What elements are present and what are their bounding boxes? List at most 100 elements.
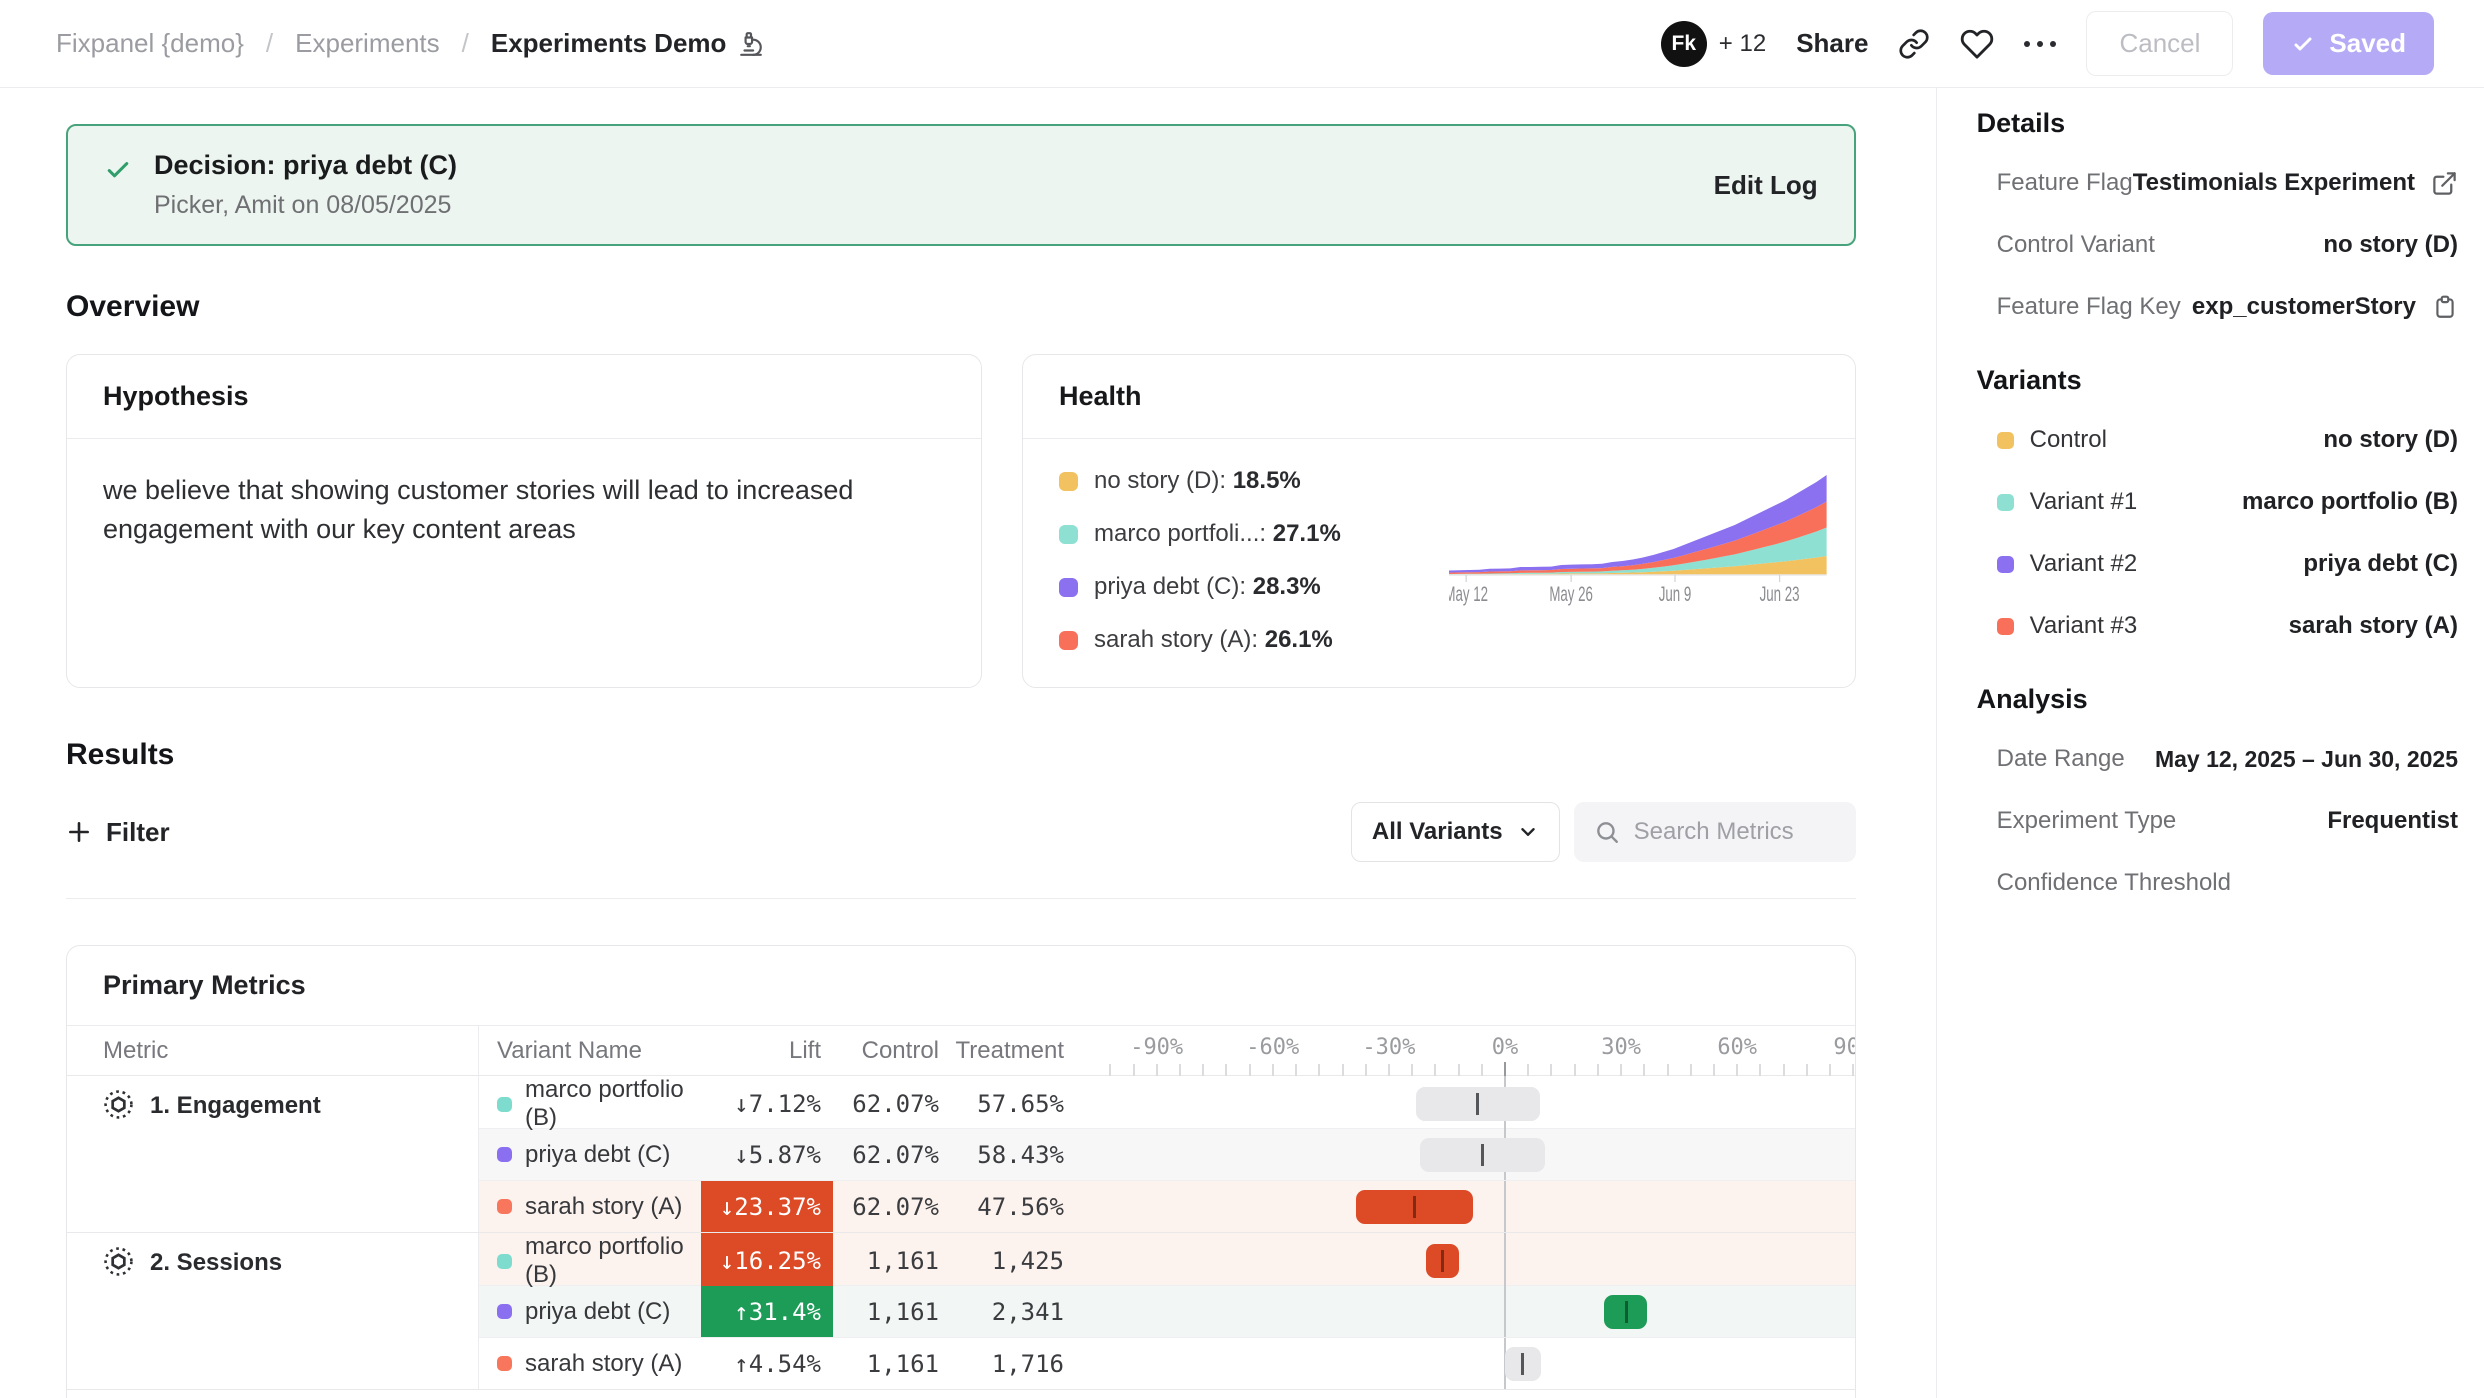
point-estimate-mark <box>1521 1353 1524 1375</box>
variant-name: marco portfolio (B) <box>525 1233 701 1289</box>
axis-tick <box>1806 1064 1808 1076</box>
all-variants-dropdown[interactable]: All Variants <box>1351 802 1560 862</box>
add-metric-button[interactable]: Add <box>67 1389 1855 1398</box>
axis-tick <box>1318 1064 1320 1076</box>
confidence-threshold-row: Confidence Threshold <box>1997 869 2458 897</box>
point-estimate-mark <box>1413 1196 1416 1218</box>
axis-tick <box>1527 1064 1529 1076</box>
primary-metrics-header: Metric Variant Name Lift Control Treatme… <box>67 1026 1855 1076</box>
breadcrumb-project[interactable]: Fixpanel {demo} <box>56 28 244 59</box>
metric-result-row[interactable]: marco portfolio (B) ↓16.25% 1,161 1,425 <box>479 1233 1855 1285</box>
treatment-cell: 47.56% <box>951 1181 1076 1232</box>
control-cell: 1,161 <box>833 1338 951 1389</box>
metric-result-row[interactable]: priya debt (C) ↓5.87% 62.07% 58.43% <box>479 1128 1855 1180</box>
copy-link-icon[interactable] <box>1898 28 1930 60</box>
axis-tick <box>1434 1064 1436 1076</box>
axis-tick <box>1202 1064 1204 1076</box>
confidence-interval-cell <box>1091 1076 1855 1132</box>
variant-swatch <box>1997 494 2014 511</box>
confidence-interval-cell <box>1091 1129 1855 1180</box>
variant-name-cell: priya debt (C) <box>479 1129 701 1180</box>
metric-result-row[interactable]: sarah story (A) ↑4.54% 1,161 1,716 <box>479 1337 1855 1389</box>
variant-swatch <box>497 1356 512 1371</box>
results-divider <box>66 898 1856 899</box>
metric-result-row[interactable]: marco portfolio (B) ↓7.12% 62.07% 57.65% <box>479 1076 1855 1128</box>
metric-result-row[interactable]: priya debt (C) ↑31.4% 1,161 2,341 <box>479 1285 1855 1337</box>
breadcrumb-separator: / <box>462 28 469 59</box>
clipboard-icon[interactable] <box>2432 294 2458 320</box>
primary-metrics-title: Primary Metrics <box>67 946 1855 1026</box>
breadcrumb: Fixpanel {demo} / Experiments / Experime… <box>56 28 764 59</box>
hypothesis-card: Hypothesis we believe that showing custo… <box>66 354 982 688</box>
metric-cell: 2. Sessions <box>67 1233 479 1389</box>
metric-result-row[interactable]: sarah story (A) ↓23.37% 62.07% 47.56% <box>479 1180 1855 1232</box>
confidence-interval-cell <box>1091 1338 1855 1389</box>
variant-slot-name: Variant #1 <box>2030 488 2138 516</box>
feature-flag-label: Feature Flag <box>1997 169 2133 197</box>
axis-label: 60% <box>1717 1035 1757 1060</box>
axis-label: -30% <box>1362 1035 1415 1060</box>
variant-name: marco portfolio (B) <box>525 1076 701 1132</box>
variant-slot-name: Variant #2 <box>2030 550 2138 578</box>
edit-log-button[interactable]: Edit Log <box>1714 170 1818 201</box>
chevron-down-icon <box>1517 821 1539 843</box>
control-variant-label: Control Variant <box>1997 231 2155 259</box>
experiment-type-value: Frequentist <box>2327 807 2458 835</box>
more-options-icon[interactable] <box>2024 41 2056 47</box>
breadcrumb-experiments[interactable]: Experiments <box>295 28 440 59</box>
variant-row: Control no story (D) <box>1997 426 2458 454</box>
legend-item: sarah story (A): 26.1% <box>1059 626 1449 654</box>
legend-item: priya debt (C): 28.3% <box>1059 573 1449 601</box>
details-sidebar: Details Feature Flag Testimonials Experi… <box>1936 88 2484 1398</box>
check-icon <box>104 156 132 184</box>
variant-swatch <box>497 1147 512 1162</box>
point-estimate-mark <box>1481 1144 1484 1166</box>
axis-tick <box>1272 1064 1274 1076</box>
top-bar: Fixpanel {demo} / Experiments / Experime… <box>0 0 2484 88</box>
treatment-cell: 1,425 <box>951 1233 1076 1289</box>
axis-label: -60% <box>1246 1035 1299 1060</box>
variant-swatch <box>1997 618 2014 635</box>
primary-metrics-card: Primary Metrics Metric Variant Name Lift… <box>66 945 1856 1398</box>
axis-tick <box>1179 1064 1181 1076</box>
saved-button[interactable]: Saved <box>2263 12 2434 75</box>
favorite-heart-icon[interactable] <box>1960 27 1994 61</box>
metric-cell: 1. Engagement <box>67 1076 479 1232</box>
variant-name: priya debt (C) <box>525 1141 670 1169</box>
variant-value: no story (D) <box>2323 426 2458 454</box>
avatar[interactable]: Fk <box>1661 21 1707 67</box>
main-content: Decision: priya debt (C) Picker, Amit on… <box>0 88 1936 1398</box>
variants-section-title: Variants <box>1977 365 2458 396</box>
search-metrics-box[interactable] <box>1574 802 1856 862</box>
axis-tick <box>1133 1064 1135 1076</box>
confidence-interval-cell <box>1091 1181 1855 1232</box>
avatar-overflow-count[interactable]: + 12 <box>1719 30 1766 58</box>
microscope-icon <box>738 31 764 57</box>
variant-name-cell: marco portfolio (B) <box>479 1233 701 1289</box>
column-header-metric: Metric <box>67 1026 479 1076</box>
axis-tick <box>1481 1064 1483 1076</box>
date-range-row: Date Range May 12, 2025 – Jun 30, 2025 <box>1997 745 2458 773</box>
confidence-interval-cell <box>1091 1286 1855 1337</box>
filter-label: Filter <box>106 817 170 848</box>
confidence-threshold-label: Confidence Threshold <box>1997 869 2231 897</box>
legend-label: no story (D): 18.5% <box>1094 467 1301 495</box>
variant-swatch <box>497 1199 512 1214</box>
axis-tick <box>1829 1064 1831 1076</box>
legend-label: marco portfoli...: 27.1% <box>1094 520 1341 548</box>
axis-tick <box>1504 1062 1506 1076</box>
check-icon <box>2291 32 2315 56</box>
lift-cell: ↓16.25% <box>701 1233 833 1289</box>
legend-swatch <box>1059 472 1078 491</box>
feature-flag-value[interactable]: Testimonials Experiment <box>2133 169 2415 197</box>
axis-tick <box>1713 1064 1715 1076</box>
cancel-button[interactable]: Cancel <box>2086 11 2233 76</box>
external-link-icon[interactable] <box>2431 170 2458 197</box>
metric-name: 1. Engagement <box>150 1089 321 1232</box>
point-estimate-mark <box>1441 1250 1444 1272</box>
add-filter-button[interactable]: Filter <box>66 817 170 848</box>
search-metrics-input[interactable] <box>1634 818 1834 846</box>
axis-tick <box>1574 1064 1576 1076</box>
share-button[interactable]: Share <box>1796 28 1868 59</box>
control-cell: 62.07% <box>833 1076 951 1132</box>
